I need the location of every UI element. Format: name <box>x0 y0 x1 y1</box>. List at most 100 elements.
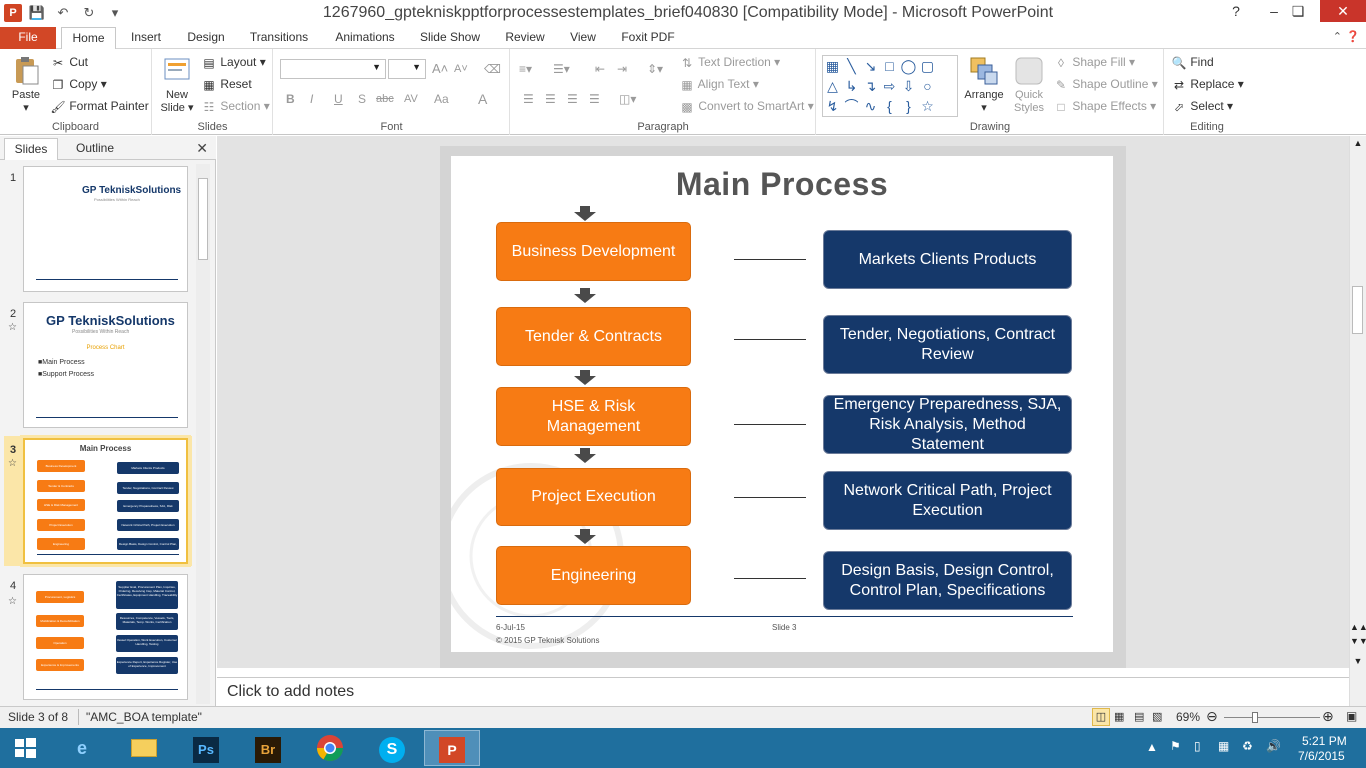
align-center-icon[interactable]: ☰ <box>545 89 556 109</box>
help-circle-icon[interactable]: ❓ <box>1346 30 1360 43</box>
volume-icon[interactable]: 🔊 <box>1266 739 1281 753</box>
next-slide-icon[interactable]: ▼▼ <box>1350 636 1366 646</box>
grow-font-button[interactable]: A˄ <box>432 59 448 79</box>
arrange-dropdown-icon[interactable]: ▾ <box>963 102 1005 115</box>
process-box-business-development[interactable]: Business Development <box>496 222 691 281</box>
close-pane-icon[interactable]: ✕ <box>196 140 208 157</box>
increase-indent-icon[interactable]: ⇥ <box>617 59 627 79</box>
zoom-slider-handle[interactable] <box>1252 712 1258 723</box>
sync-icon[interactable]: ♻ <box>1242 739 1253 753</box>
left-brace-shape-icon[interactable]: { <box>880 96 899 116</box>
tab-insert[interactable]: Insert <box>124 27 168 49</box>
reset-button[interactable]: ▦ Reset <box>201 74 251 94</box>
flag-icon[interactable]: ⚑ <box>1170 739 1181 753</box>
tab-animations[interactable]: Animations <box>330 27 400 49</box>
callout-shape-icon[interactable]: ○ <box>918 76 937 96</box>
tab-transitions[interactable]: Transitions <box>246 27 312 49</box>
format-painter-button[interactable]: 🖌 Format Painter <box>50 96 148 116</box>
shapes-gallery[interactable]: ▦ ╲ ↘ □ ◯ ▢ △ ↳ ↴ ⇨ ⇩ ○ ↯ ⌒ ∿{} ☆ <box>822 55 958 117</box>
taskbar-powerpoint[interactable]: P <box>424 730 480 766</box>
text-direction-button[interactable]: ⇅ Text Direction ▾ <box>679 52 780 72</box>
theme-name[interactable]: "AMC_BOA template" <box>86 710 202 724</box>
triangle-shape-icon[interactable]: △ <box>823 76 842 96</box>
taskbar-photoshop[interactable]: Ps <box>178 730 234 766</box>
curved-connector-icon[interactable]: ↴ <box>861 76 880 96</box>
tab-outline[interactable]: Outline <box>64 138 126 160</box>
previous-slide-icon[interactable]: ▲▲ <box>1350 622 1366 632</box>
taskbar-internet-explorer[interactable]: e <box>54 730 110 766</box>
tab-slide-show[interactable]: Slide Show <box>416 27 484 49</box>
restore-button[interactable]: ❏ <box>1278 0 1318 22</box>
decrease-indent-icon[interactable]: ⇤ <box>595 59 605 79</box>
paste-dropdown-icon[interactable]: ▾ <box>6 102 46 115</box>
reading-view-icon[interactable]: ▤ <box>1134 710 1144 723</box>
align-text-button[interactable]: ▦ Align Text ▾ <box>679 74 759 94</box>
zoom-out-icon[interactable]: ⊖ <box>1206 708 1218 725</box>
close-button[interactable]: ✕ <box>1320 0 1366 22</box>
help-icon[interactable]: ? <box>1216 0 1256 22</box>
tab-foxit-pdf[interactable]: Foxit PDF <box>618 27 678 49</box>
current-slide[interactable]: Main Process Business Development Tender… <box>451 156 1113 652</box>
zoom-level[interactable]: 69% <box>1176 710 1200 724</box>
justify-icon[interactable]: ☰ <box>589 89 600 109</box>
collapse-ribbon-icon[interactable]: ⌃ <box>1333 30 1342 43</box>
fit-to-window-icon[interactable]: ▣ <box>1346 709 1357 723</box>
quick-styles-button[interactable]: Quick Styles <box>1009 55 1049 115</box>
process-box-hse-risk[interactable]: HSE & Risk Management <box>496 387 691 446</box>
battery-icon[interactable]: ▯ <box>1194 739 1201 753</box>
arrange-button[interactable]: Arrange ▾ <box>963 55 1005 115</box>
bold-button[interactable]: B <box>286 89 295 109</box>
layout-button[interactable]: ▤ Layout ▾ <box>201 52 266 72</box>
freeform-shape-icon[interactable]: ↯ <box>823 96 842 116</box>
scroll-down-icon[interactable]: ▼ <box>1350 656 1366 666</box>
paste-button[interactable]: Paste ▾ <box>6 55 46 115</box>
tab-design[interactable]: Design <box>182 27 230 49</box>
strikethrough-button[interactable]: abc <box>376 89 394 109</box>
editor-vertical-scrollbar[interactable]: ▲ ▲▲ ▼▼ ▼ <box>1349 136 1366 706</box>
copy-dropdown-icon[interactable]: ▾ <box>101 77 107 91</box>
process-box-project-execution[interactable]: Project Execution <box>496 468 691 526</box>
shape-outline-button[interactable]: ✎ Shape Outline ▾ <box>1053 74 1158 94</box>
detail-box-network[interactable]: Network Critical Path, Project Execution <box>823 471 1072 530</box>
taskbar-bridge[interactable]: Br <box>240 730 296 766</box>
clock-time[interactable]: 5:21 PM <box>1302 734 1347 748</box>
line-spacing-icon[interactable]: ⇕▾ <box>647 59 663 79</box>
rectangle-shape-icon[interactable]: □ <box>880 56 899 76</box>
find-button[interactable]: 🔍 Find <box>1171 52 1214 72</box>
down-arrow-shape-icon[interactable]: ⇩ <box>899 76 918 96</box>
process-box-tender-contracts[interactable]: Tender & Contracts <box>496 307 691 366</box>
tab-slides[interactable]: Slides <box>4 138 58 160</box>
slide-thumbnail-3[interactable]: Main Process Business Development Tender… <box>23 438 188 564</box>
zoom-in-icon[interactable]: ⊕ <box>1322 708 1334 725</box>
curve-shape-icon[interactable]: ⌒ <box>842 96 861 116</box>
slides-pane-scrollbar[interactable] <box>196 164 210 704</box>
tab-home[interactable]: Home <box>61 27 116 50</box>
elbow-connector-icon[interactable]: ↳ <box>842 76 861 96</box>
clear-formatting-icon[interactable]: ⌫ <box>484 59 501 79</box>
show-hidden-icons[interactable]: ▲ <box>1146 740 1158 754</box>
taskbar-file-explorer[interactable] <box>116 730 172 766</box>
numbering-icon[interactable]: ☰▾ <box>553 59 570 79</box>
section-button[interactable]: ☷ Section ▾ <box>201 96 270 116</box>
shape-effects-button[interactable]: □ Shape Effects ▾ <box>1053 96 1156 116</box>
oval-shape-icon[interactable]: ◯ <box>899 56 918 76</box>
tab-review[interactable]: Review <box>502 27 548 49</box>
character-spacing-button[interactable]: AV <box>404 89 418 109</box>
align-right-icon[interactable]: ☰ <box>567 89 578 109</box>
slide-thumbnail-1[interactable]: GP TekniskSolutions Possibilities Within… <box>23 166 188 292</box>
layout-dropdown-icon[interactable]: ▾ <box>260 55 266 69</box>
scroll-up-icon[interactable]: ▲ <box>1350 138 1366 148</box>
taskbar-skype[interactable]: S <box>364 730 420 766</box>
cut-button[interactable]: ✂ Cut <box>50 52 88 72</box>
select-button[interactable]: ⬀ Select ▾ <box>1171 96 1233 116</box>
taskbar-chrome[interactable] <box>302 730 358 766</box>
notes-pane[interactable]: Click to add notes <box>217 677 1349 705</box>
zoom-slider[interactable] <box>1224 717 1320 718</box>
slide-sorter-icon[interactable]: ▦ <box>1114 710 1124 723</box>
shadow-button[interactable]: S <box>358 89 366 109</box>
font-color-button[interactable]: A <box>478 89 487 109</box>
font-name-dropdown-icon[interactable]: ▼ <box>372 62 381 72</box>
bullets-icon[interactable]: ≡▾ <box>519 59 532 79</box>
columns-icon[interactable]: ◫▾ <box>619 89 636 109</box>
process-box-engineering[interactable]: Engineering <box>496 546 691 605</box>
